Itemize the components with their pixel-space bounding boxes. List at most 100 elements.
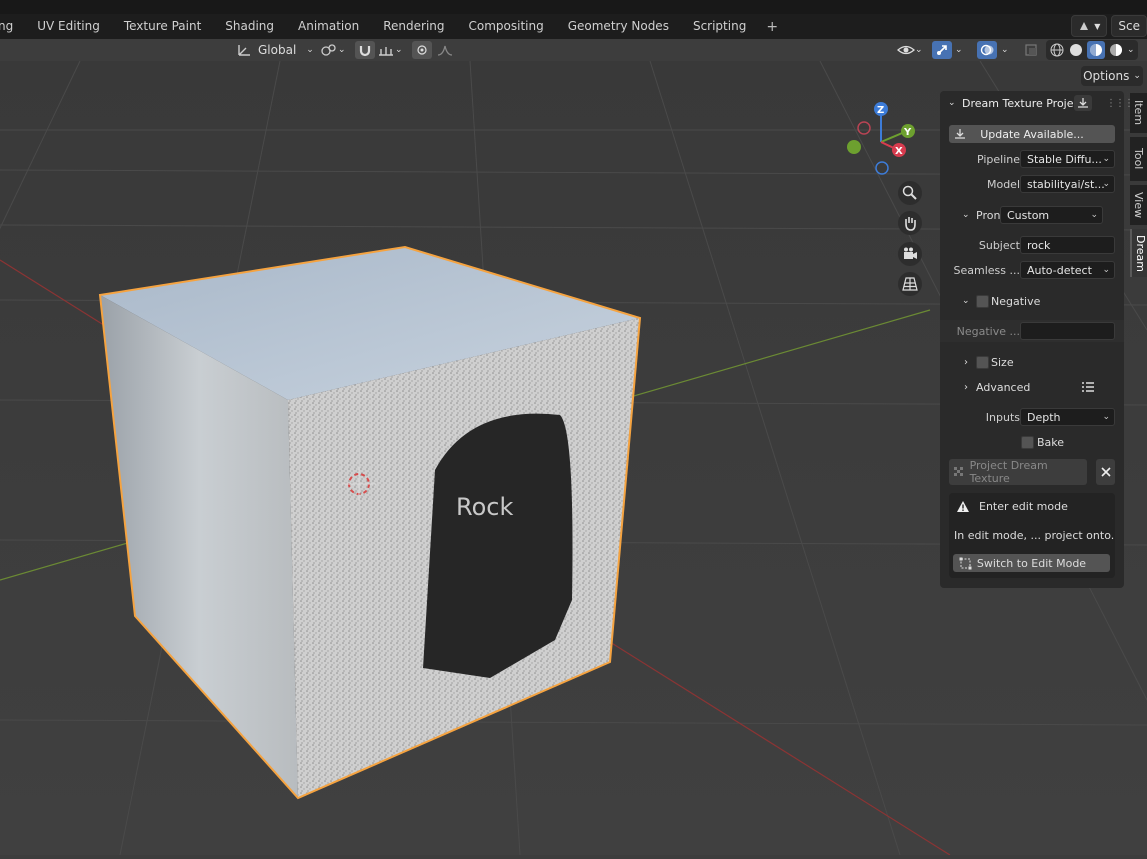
chevron-down-icon: ⌄: [306, 45, 314, 55]
seamless-dropdown[interactable]: Auto-detect ⌄: [1020, 261, 1115, 279]
chevron-down-icon: ⌄: [1090, 210, 1098, 220]
negative-prompt-input[interactable]: [1020, 322, 1115, 340]
size-label: Size: [991, 355, 1014, 369]
inputs-label: Inputs: [985, 410, 1020, 424]
falloff-curve-icon: [437, 45, 453, 56]
pivot-point-dropdown[interactable]: ⌄: [320, 39, 346, 61]
xray-toggle[interactable]: [1024, 39, 1038, 61]
bake-label: Bake: [1037, 435, 1065, 449]
x-axis-label: X: [895, 146, 903, 157]
tab-uv-editing[interactable]: UV Editing: [25, 14, 112, 39]
edit-mode-warning-box: Enter edit mode In edit mode, ... projec…: [949, 493, 1115, 578]
snap-toggle[interactable]: [355, 41, 375, 59]
chevron-down-icon[interactable]: ⌄: [1127, 45, 1135, 55]
download-button[interactable]: [1074, 95, 1092, 111]
options-dropdown[interactable]: Options ⌄: [1081, 66, 1143, 86]
gizmo-toggle[interactable]: [932, 41, 952, 59]
inputs-dropdown[interactable]: Depth ⌄: [1020, 408, 1115, 426]
scene-name-field[interactable]: Sce: [1111, 15, 1147, 37]
rendered-shading-icon[interactable]: [1108, 42, 1124, 58]
neg-z-axis-handle: [875, 161, 889, 175]
visibility-dropdown[interactable]: ⌄: [897, 39, 923, 61]
project-button-label: Project Dream Texture: [969, 459, 1048, 485]
scene-icon: [1080, 22, 1089, 30]
pipeline-dropdown[interactable]: Stable Diffu... ⌄: [1020, 150, 1115, 168]
chevron-down-icon: ⌄: [915, 45, 923, 55]
camera-icon: [904, 247, 917, 259]
chevron-down-icon: ⌄: [955, 45, 963, 55]
pan-button[interactable]: [898, 211, 922, 235]
cancel-button[interactable]: [1096, 459, 1115, 485]
axis-gizmo[interactable]: Z Y X: [840, 100, 920, 180]
sidebar-tab-dream[interactable]: Dream: [1130, 229, 1147, 277]
tab-shading[interactable]: Shading: [213, 14, 286, 39]
sidebar-tabs: Item Tool View Dream: [1130, 91, 1147, 281]
tab-rendering[interactable]: Rendering: [371, 14, 456, 39]
chevron-right-icon: ›: [964, 381, 968, 393]
tab-compositing[interactable]: Compositing: [457, 14, 556, 39]
shading-mode-group: ⌄: [1046, 40, 1138, 60]
warning-icon: [957, 501, 969, 512]
scene-icon-button[interactable]: ▼: [1071, 15, 1108, 37]
magnifier-icon: [902, 185, 917, 200]
list-icon[interactable]: [1081, 381, 1095, 393]
chevron-down-icon: ⌄: [1102, 154, 1110, 164]
pipeline-label: Pipeline: [976, 152, 1020, 166]
update-available-button[interactable]: Update Available...: [949, 125, 1115, 143]
add-workspace-button[interactable]: +: [758, 19, 786, 35]
size-checkbox[interactable]: [976, 355, 989, 369]
switch-button-label: Switch to Edit Mode: [976, 556, 1087, 570]
tab-animation[interactable]: Animation: [286, 14, 371, 39]
proportional-edit-toggle[interactable]: [412, 41, 432, 59]
negative-subpanel-header[interactable]: ⌄ Negative: [940, 290, 1124, 312]
chevron-right-icon: ›: [964, 356, 968, 368]
tab-scripting[interactable]: Scripting: [681, 14, 758, 39]
texture-text: Rock: [456, 493, 513, 521]
tab-workspace-0[interactable]: ng: [0, 14, 25, 39]
snap-target-dropdown[interactable]: ⌄: [377, 39, 403, 61]
bake-checkbox-row[interactable]: Bake: [940, 431, 1124, 453]
chevron-down-icon: ⌄: [338, 45, 346, 55]
switch-to-edit-mode-button[interactable]: Switch to Edit Mode: [953, 554, 1110, 572]
chevron-down-icon: ⌄: [1102, 265, 1110, 275]
negative-checkbox[interactable]: [976, 294, 989, 308]
overlays-toggle[interactable]: [977, 41, 997, 59]
gizmo-dropdown[interactable]: ⌄: [955, 39, 963, 61]
advanced-subpanel-header[interactable]: › Advanced: [940, 376, 1124, 398]
orientation-axes-icon: [238, 45, 250, 56]
tab-geometry-nodes[interactable]: Geometry Nodes: [556, 14, 681, 39]
size-subpanel-header[interactable]: › Size: [940, 351, 1124, 373]
eye-icon: [897, 45, 915, 55]
model-label: Model: [986, 177, 1020, 191]
model-dropdown[interactable]: stabilityai/st... ⌄: [1020, 175, 1115, 193]
zoom-button[interactable]: [898, 181, 922, 205]
prompt-preset-dropdown[interactable]: Custom ⌄: [1000, 206, 1103, 224]
wireframe-shading-icon[interactable]: [1049, 42, 1065, 58]
transform-orientation-dropdown[interactable]: Global ⌄: [236, 39, 314, 61]
sidebar-tab-view[interactable]: View: [1130, 185, 1147, 225]
project-dream-texture-button[interactable]: Project Dream Texture: [949, 459, 1087, 485]
perspective-toggle-button[interactable]: [898, 272, 922, 296]
negative-prompt-label: Negative ...: [956, 324, 1020, 338]
material-preview-shading-icon[interactable]: [1087, 41, 1105, 59]
panel-header[interactable]: ⌄ Dream Texture Projec ⋮⋮⋮: [940, 92, 1134, 114]
sidebar-tab-tool[interactable]: Tool: [1130, 137, 1147, 181]
camera-view-button[interactable]: [898, 242, 922, 266]
chevron-down-icon: ⌄: [962, 210, 970, 220]
download-icon: [955, 129, 965, 139]
dream-texture-panel: ⌄ Dream Texture Projec ⋮⋮⋮ Update Availa…: [940, 91, 1134, 588]
chevron-down-icon: ⌄: [1001, 45, 1009, 55]
sidebar-tab-item[interactable]: Item: [1130, 93, 1147, 133]
bake-checkbox[interactable]: [1021, 435, 1034, 449]
gizmo-icon: [937, 45, 947, 55]
prompt-label: Pron: [976, 208, 1001, 222]
prompt-subpanel-header[interactable]: ⌄ Pron Custom ⌄: [940, 204, 1124, 226]
falloff-dropdown[interactable]: [436, 39, 458, 61]
overlays-dropdown[interactable]: ⌄: [1001, 39, 1009, 61]
solid-shading-icon[interactable]: [1068, 42, 1084, 58]
download-icon: [1078, 98, 1088, 108]
subject-input[interactable]: rock: [1020, 236, 1115, 254]
tab-texture-paint[interactable]: Texture Paint: [112, 14, 213, 39]
model-value: stabilityai/st...: [1027, 177, 1105, 191]
drag-handle-icon[interactable]: ⋮⋮⋮: [1106, 98, 1134, 109]
